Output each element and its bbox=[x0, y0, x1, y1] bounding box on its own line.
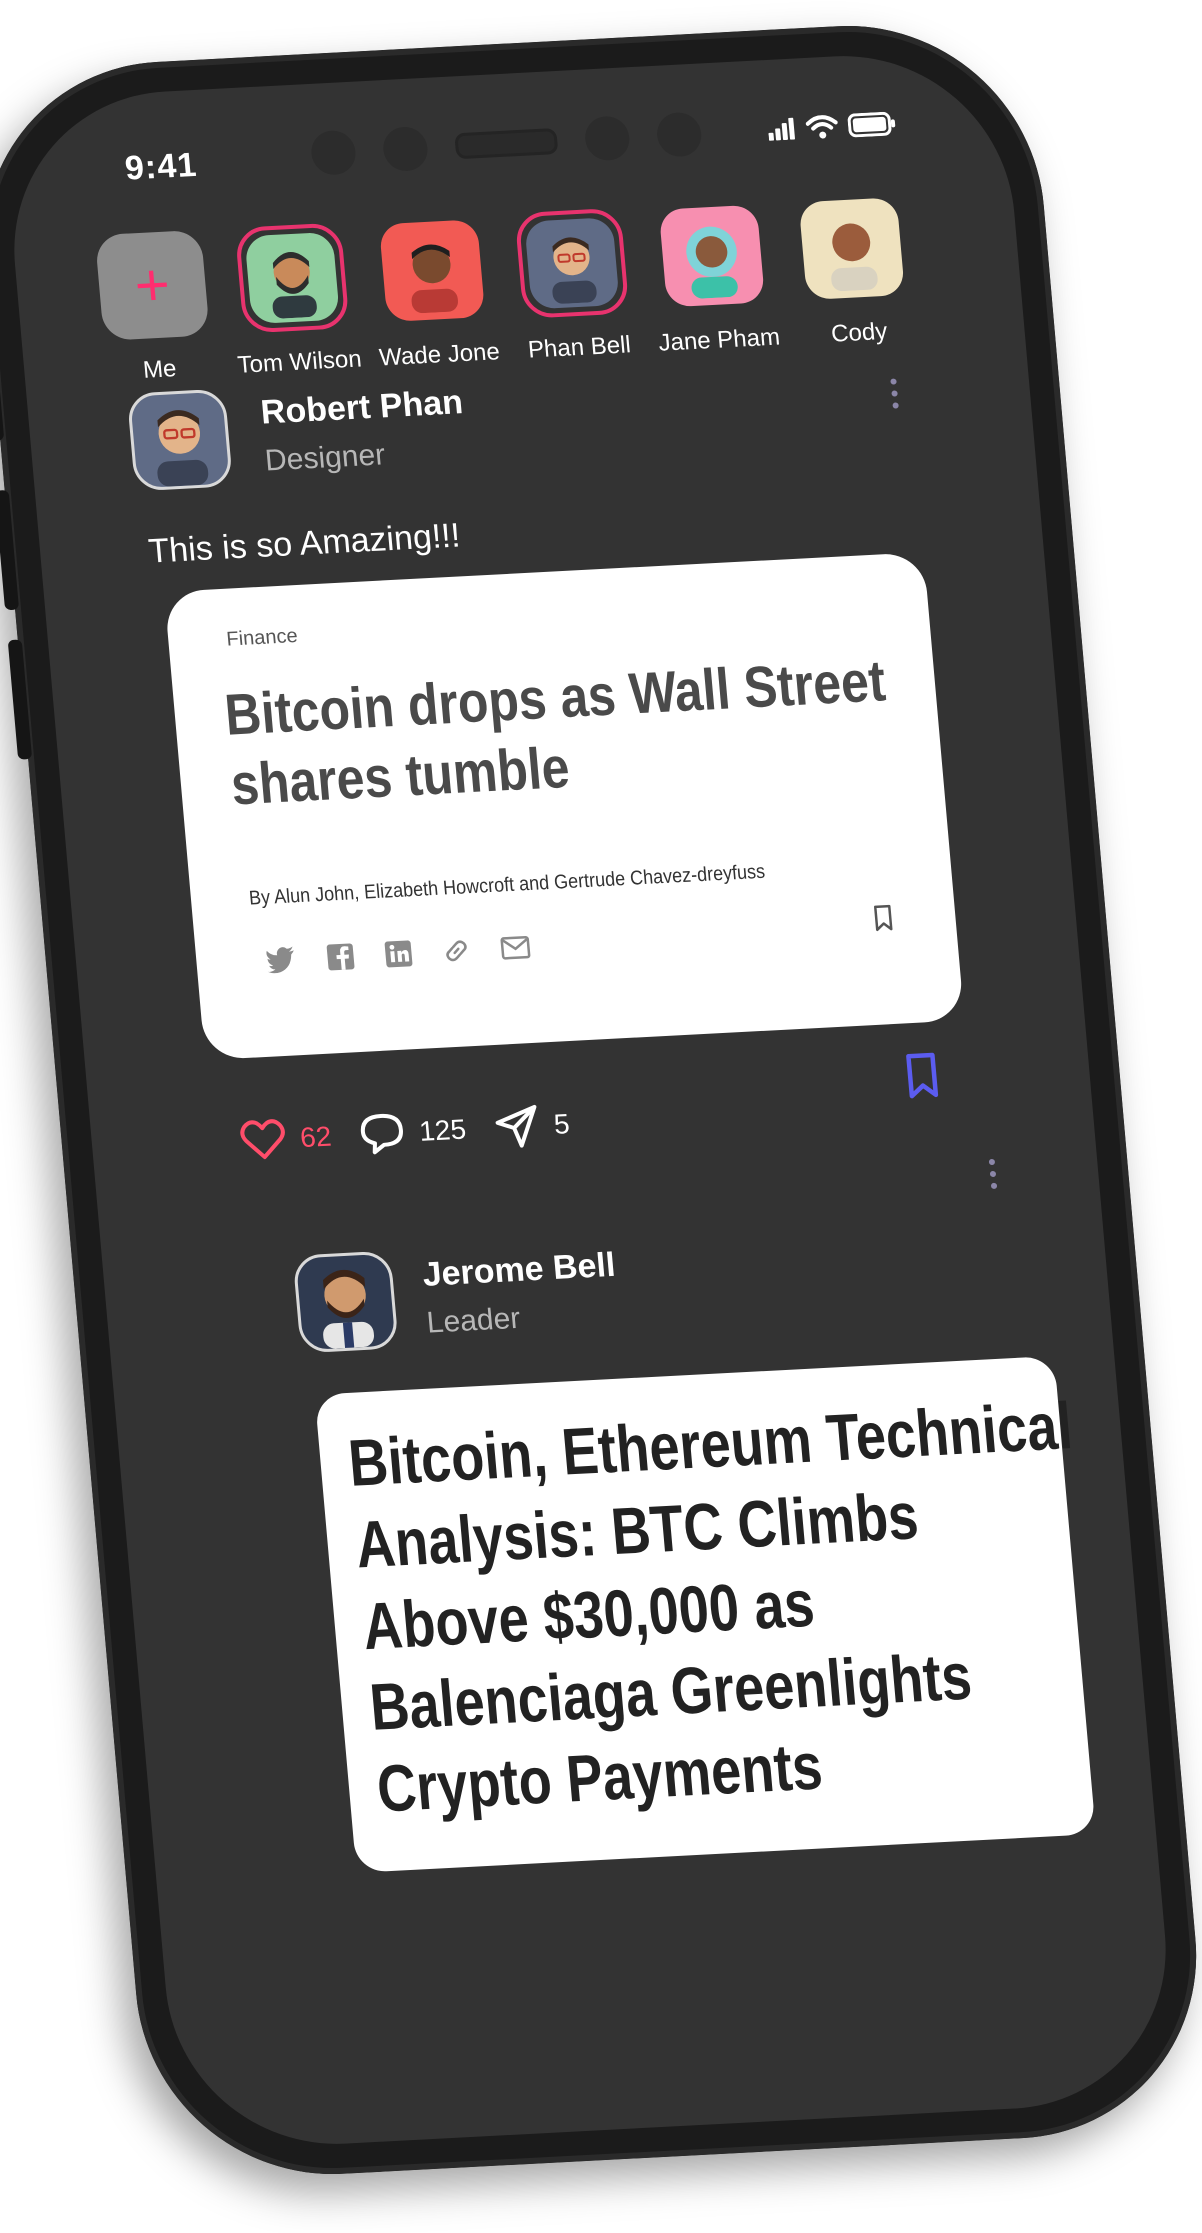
volume-down-button bbox=[7, 639, 33, 760]
comment-button[interactable]: 125 bbox=[357, 1108, 467, 1157]
author-info: Jerome Bell Leader bbox=[421, 1245, 621, 1340]
story-phan-bell[interactable]: Phan Bell bbox=[512, 207, 635, 365]
avatar bbox=[798, 197, 906, 301]
facebook-icon[interactable] bbox=[325, 942, 355, 971]
signal-icon bbox=[768, 117, 795, 141]
plus-icon: + bbox=[131, 250, 173, 320]
link-icon[interactable] bbox=[441, 936, 471, 965]
story-name: Jane Pham bbox=[657, 323, 782, 357]
story-ring[interactable] bbox=[234, 222, 350, 334]
share-count: 5 bbox=[552, 1108, 571, 1140]
phone-frame: 9:41 + Me Tom Wilson Wade Jone Phan Bell… bbox=[0, 16, 1202, 2184]
story-ring[interactable] bbox=[375, 215, 490, 326]
status-icons bbox=[767, 111, 897, 142]
article-card[interactable]: Bitcoin, Ethereum Technical Analysis: BT… bbox=[314, 1355, 1096, 1873]
avatar[interactable] bbox=[292, 1250, 399, 1354]
avatar bbox=[378, 219, 486, 323]
camera-dot bbox=[655, 111, 704, 158]
volume-up-button bbox=[0, 489, 20, 611]
post-header[interactable]: Robert Phan Designer bbox=[126, 376, 469, 492]
wifi-icon bbox=[805, 115, 838, 139]
story-jane-pham[interactable]: Jane Pham bbox=[652, 200, 781, 357]
story-ring[interactable] bbox=[794, 193, 909, 304]
story-name: Phan Bell bbox=[526, 331, 632, 364]
bookmark-icon[interactable] bbox=[872, 904, 894, 933]
avatar[interactable] bbox=[126, 388, 234, 492]
avatar-face-icon bbox=[322, 1269, 375, 1349]
dynamic-island bbox=[294, 103, 719, 185]
twitter-icon[interactable] bbox=[266, 946, 298, 974]
more-vertical-icon[interactable] bbox=[987, 1158, 1000, 1190]
sensor-dot bbox=[309, 129, 358, 176]
story-me[interactable]: + Me bbox=[93, 229, 216, 387]
avatar-face-icon bbox=[831, 223, 878, 292]
story-name: Wade Jone bbox=[378, 338, 501, 372]
stories-row: + Me Tom Wilson Wade Jone Phan Bell Jane… bbox=[93, 187, 1026, 387]
avatar bbox=[524, 217, 620, 310]
author-role: Designer bbox=[263, 437, 387, 477]
mail-icon[interactable] bbox=[499, 935, 531, 960]
like-button[interactable]: 62 bbox=[238, 1116, 333, 1163]
article-category: Finance bbox=[225, 625, 299, 651]
avatar bbox=[244, 231, 341, 325]
stage: 9:41 + Me Tom Wilson Wade Jone Phan Bell… bbox=[0, 0, 1202, 2233]
avatar bbox=[658, 204, 766, 308]
more-vertical-icon[interactable] bbox=[888, 378, 901, 409]
avatar-face-icon bbox=[157, 410, 209, 487]
story-cody[interactable]: Cody bbox=[792, 193, 915, 350]
story-name: Cody bbox=[829, 317, 889, 348]
post-caption: This is so Amazing!!! bbox=[146, 516, 462, 571]
status-time: 9:41 bbox=[123, 145, 199, 188]
mute-switch bbox=[0, 370, 5, 441]
article-card[interactable]: Finance Bitcoin drops as Wall Street sha… bbox=[164, 552, 965, 1061]
screen: 9:41 + Me Tom Wilson Wade Jone Phan Bell… bbox=[0, 47, 1180, 2153]
article-byline: By Alun John, Elizabeth Howcroft and Ger… bbox=[248, 860, 766, 910]
story-tom-wilson[interactable]: Tom Wilson bbox=[233, 222, 363, 379]
avatar-face-icon bbox=[411, 244, 458, 314]
article-headline[interactable]: Bitcoin drops as Wall Street shares tumb… bbox=[222, 642, 985, 820]
battery-icon bbox=[847, 111, 896, 138]
author-role: Leader bbox=[425, 1301, 522, 1340]
send-icon bbox=[495, 1104, 537, 1148]
avatar-face-icon bbox=[686, 226, 738, 299]
speaker-grille bbox=[454, 128, 559, 160]
author-name[interactable]: Jerome Bell bbox=[421, 1245, 617, 1294]
author-info: Robert Phan Designer bbox=[259, 383, 468, 478]
story-name: Tom Wilson bbox=[236, 345, 363, 379]
sensor-dot bbox=[583, 115, 632, 162]
comment-count: 125 bbox=[417, 1113, 468, 1147]
reaction-bar: 62 125 5 bbox=[238, 1100, 599, 1165]
add-story-button[interactable]: + bbox=[94, 229, 210, 341]
article-headline[interactable]: Bitcoin, Ethereum Technical Analysis: BT… bbox=[345, 1385, 1108, 1831]
avatar-face-icon bbox=[552, 237, 597, 304]
like-count: 62 bbox=[298, 1120, 333, 1154]
story-wade-jone[interactable]: Wade Jone bbox=[373, 215, 501, 372]
linkedin-icon[interactable] bbox=[383, 939, 413, 968]
story-ring[interactable] bbox=[654, 200, 769, 311]
share-row bbox=[265, 933, 531, 975]
heart-icon bbox=[240, 1119, 285, 1160]
share-button[interactable]: 5 bbox=[492, 1101, 572, 1151]
sensor-dot bbox=[381, 125, 430, 173]
avatar-face-icon bbox=[272, 252, 317, 319]
author-name[interactable]: Robert Phan bbox=[259, 383, 464, 432]
bookmark-icon[interactable] bbox=[903, 1052, 941, 1102]
comment-icon bbox=[361, 1113, 404, 1155]
story-ring[interactable] bbox=[514, 207, 630, 319]
story-name: Me bbox=[141, 355, 178, 384]
post-header[interactable]: Jerome Bell Leader bbox=[292, 1239, 621, 1354]
